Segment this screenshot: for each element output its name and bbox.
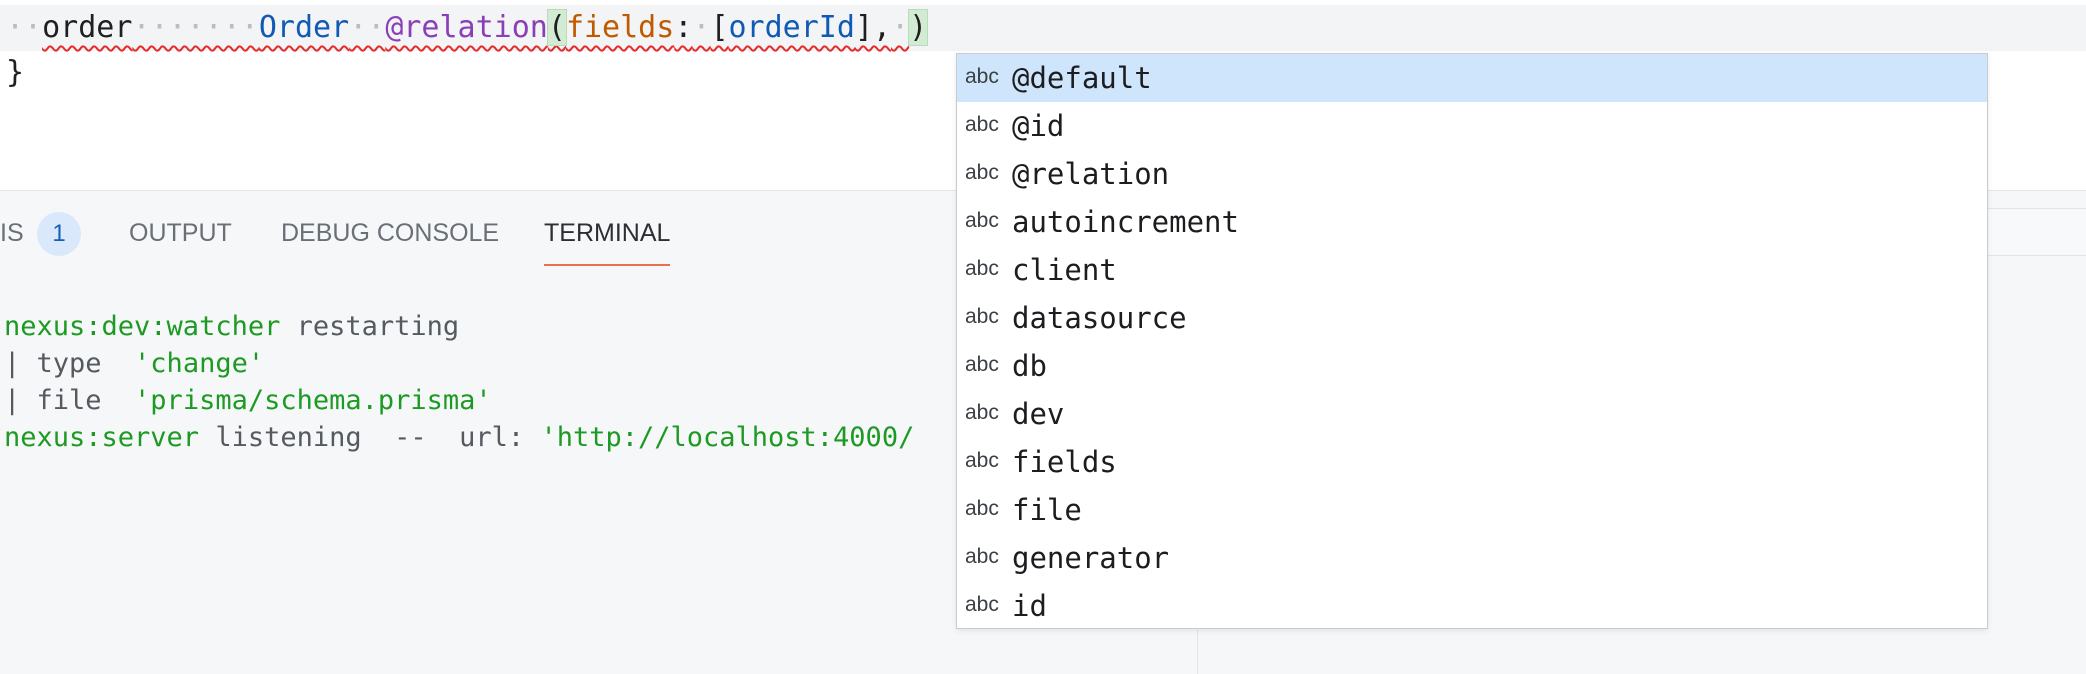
- terminal-namespace: nexus:dev:watcher: [4, 311, 281, 342]
- whitespace-marker: ··: [349, 10, 386, 45]
- suggestion-item[interactable]: abc client: [957, 246, 1987, 294]
- text-kind-icon: abc: [965, 65, 999, 88]
- terminal-string: 'http://localhost:4000/: [540, 422, 915, 453]
- suggestion-item[interactable]: abc fields: [957, 438, 1987, 486]
- terminal-line-4: nexus:server listening -- url: 'http://l…: [4, 419, 914, 456]
- colon-token: :: [674, 10, 693, 45]
- suggestion-label: db: [1012, 349, 1047, 383]
- tab-terminal[interactable]: TERMINAL: [544, 210, 670, 256]
- autocomplete-suggest-widget[interactable]: abc @default abc @id abc @relation abc a…: [956, 53, 1988, 629]
- argument-key-token: fields: [565, 10, 675, 45]
- matching-paren-open: (: [546, 9, 567, 46]
- terminal-message: listening -- url:: [199, 422, 541, 453]
- suggestion-item[interactable]: abc autoincrement: [957, 198, 1987, 246]
- argument-value-token: orderId: [728, 10, 855, 45]
- tab-debug-console[interactable]: DEBUG CONSOLE: [281, 210, 499, 256]
- suggestion-label: autoincrement: [1012, 205, 1239, 239]
- open-bracket-token: [: [710, 10, 729, 45]
- suggestion-item[interactable]: abc datasource: [957, 294, 1987, 342]
- active-tab-indicator: [544, 264, 670, 266]
- suggestion-item[interactable]: abc dev: [957, 390, 1987, 438]
- text-kind-icon: abc: [965, 593, 999, 616]
- close-bracket-comma-token: ],: [854, 10, 892, 45]
- suggestion-label: file: [1012, 493, 1082, 527]
- suggestion-item[interactable]: abc generator: [957, 534, 1987, 582]
- terminal-string: 'change': [134, 348, 265, 379]
- tab-problems[interactable]: IS: [0, 210, 24, 256]
- whitespace-marker: ·: [692, 10, 711, 45]
- suggestion-item[interactable]: abc db: [957, 342, 1987, 390]
- terminal-namespace: nexus:server: [4, 422, 200, 453]
- code-line-2[interactable]: }: [6, 50, 24, 96]
- terminal-line-2: | type 'change': [4, 345, 264, 382]
- text-kind-icon: abc: [965, 545, 999, 568]
- terminal-string: 'prisma/schema.prisma': [134, 385, 492, 416]
- attribute-token: @relation: [385, 10, 548, 45]
- matching-paren-close: ): [908, 9, 929, 46]
- field-type-token: Order: [258, 10, 350, 45]
- terminal-key: | type: [4, 348, 135, 379]
- suggestion-label: @id: [1012, 109, 1065, 143]
- whitespace-marker: ·: [891, 10, 910, 45]
- suggestion-item[interactable]: abc @default: [957, 54, 1987, 102]
- code-line-1[interactable]: ··order·······Order··@relation(fields:·[…: [6, 5, 929, 51]
- tab-output[interactable]: OUTPUT: [129, 210, 232, 256]
- text-kind-icon: abc: [965, 113, 999, 136]
- suggestion-label: dev: [1012, 397, 1065, 431]
- text-kind-icon: abc: [965, 161, 999, 184]
- suggestion-item[interactable]: abc id: [957, 582, 1987, 630]
- whitespace-marker: ··: [6, 10, 43, 45]
- suggestion-item[interactable]: abc @id: [957, 102, 1987, 150]
- terminal-selector-box[interactable]: [1986, 208, 2086, 256]
- suggestion-label: @relation: [1012, 157, 1170, 191]
- suggestion-item[interactable]: abc @relation: [957, 150, 1987, 198]
- closing-brace-token: }: [6, 55, 25, 90]
- suggestion-label: client: [1012, 253, 1117, 287]
- suggestion-label: datasource: [1012, 301, 1187, 335]
- text-kind-icon: abc: [965, 257, 999, 280]
- tab-problems-label: IS: [0, 219, 24, 247]
- terminal-key: | file: [4, 385, 135, 416]
- text-kind-icon: abc: [965, 209, 999, 232]
- terminal-line-1: nexus:dev:watcher restarting: [4, 308, 459, 345]
- terminal-message: restarting: [280, 311, 460, 342]
- suggestion-item[interactable]: abc file: [957, 486, 1987, 534]
- text-kind-icon: abc: [965, 305, 999, 328]
- terminal-line-3: | file 'prisma/schema.prisma': [4, 382, 492, 419]
- text-kind-icon: abc: [965, 401, 999, 424]
- text-kind-icon: abc: [965, 449, 999, 472]
- whitespace-marker: ·······: [132, 10, 259, 45]
- problems-count-badge: 1: [37, 212, 81, 256]
- suggestion-label: fields: [1012, 445, 1117, 479]
- text-kind-icon: abc: [965, 497, 999, 520]
- suggestion-label: id: [1012, 589, 1047, 623]
- suggestion-label: @default: [1012, 61, 1152, 95]
- panel-split-line: [1197, 630, 1198, 674]
- text-kind-icon: abc: [965, 353, 999, 376]
- field-name-token: order: [42, 10, 133, 45]
- suggestion-label: generator: [1012, 541, 1170, 575]
- error-squiggle-range: order·······Order··@relation(fields:·[or…: [42, 9, 910, 46]
